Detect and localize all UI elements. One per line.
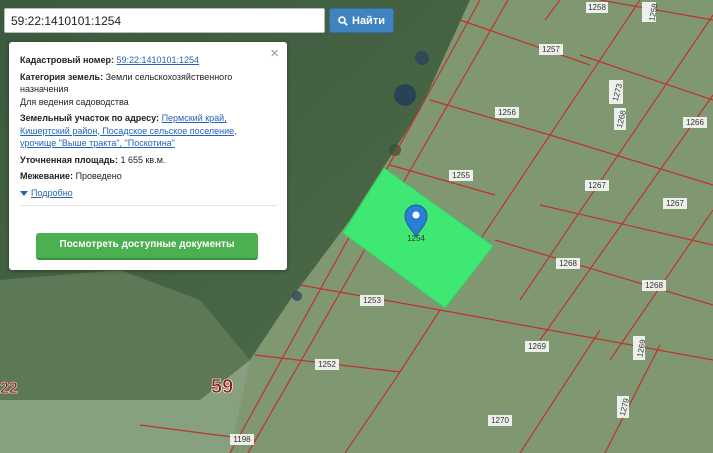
parcel-label: 1266 [686,118,704,127]
area-row: Уточненная площадь: 1 655 кв.м. [20,154,277,167]
category-value: Земли сельскохозяйственного [105,71,233,82]
address-link-1[interactable]: Пермский край, [162,113,227,123]
category-row: Категория земель: Земли сельскохозяйстве… [20,71,277,109]
parcel-info-panel: × Кадастровый номер: 59:22:1410101:1254 … [9,42,287,270]
address-link-2[interactable]: Кишертский район, Посадское сельское пос… [20,126,237,136]
cadastral-link[interactable]: 59:22:1410101:1254 [116,55,199,65]
survey-value: Проведено [75,171,122,181]
tree-cluster [415,51,429,65]
cadastral-row: Кадастровый номер: 59:22:1410101:1254 [20,54,277,67]
address-link-3[interactable]: урочище "Выше тракта", "Поскотина" [20,138,175,148]
triangle-down-icon [20,190,28,196]
panel-divider [20,205,277,207]
parcel-label: 1255 [452,171,470,180]
tree-cluster [292,291,302,301]
parcel-label: 1269 [528,342,546,351]
address-label: Земельный участок по адресу: [20,113,160,123]
search-button-label: Найти [352,14,385,27]
search-button[interactable]: Найти [329,8,394,33]
close-icon[interactable]: × [270,46,279,61]
parcel-label: 1256 [498,108,516,117]
category-usage: Для ведения садоводства [20,96,129,107]
search-input[interactable] [5,9,324,32]
area-label: Уточненная площадь: [20,154,118,165]
area-value: 1 655 кв.м. [120,154,166,165]
address-row: Земельный участок по адресу: Пермский кр… [20,112,277,150]
district-number-left: 22 [0,380,18,397]
parcel-label: 1198 [233,435,251,444]
category-label: Категория земель: [20,71,104,82]
cadastral-label: Кадастровый номер: [20,55,114,65]
parcel-label: 1268 [559,259,577,268]
parcel-label: 1258 [588,3,606,12]
more-details-link[interactable]: Подробно [20,187,73,200]
category-value-cont: назначения [20,84,69,94]
parcel-label: 1253 [363,296,381,305]
parcel-label: 1270 [491,416,509,425]
view-documents-button[interactable]: Посмотреть доступные документы [36,233,258,260]
survey-row: Межевание: Проведено [20,170,277,183]
parcel-label: 1252 [318,360,336,369]
district-number: 59 [211,376,233,398]
search-box[interactable] [4,8,325,33]
tree-cluster [394,84,416,106]
survey-label: Межевание: [20,171,74,181]
parcel-label: 1268 [645,281,663,290]
parcel-label: 1267 [588,181,606,190]
parcel-label: 1257 [542,45,560,54]
more-details-label: Подробно [31,187,73,198]
parcel-label: 1267 [666,199,684,208]
search-icon [338,15,348,26]
